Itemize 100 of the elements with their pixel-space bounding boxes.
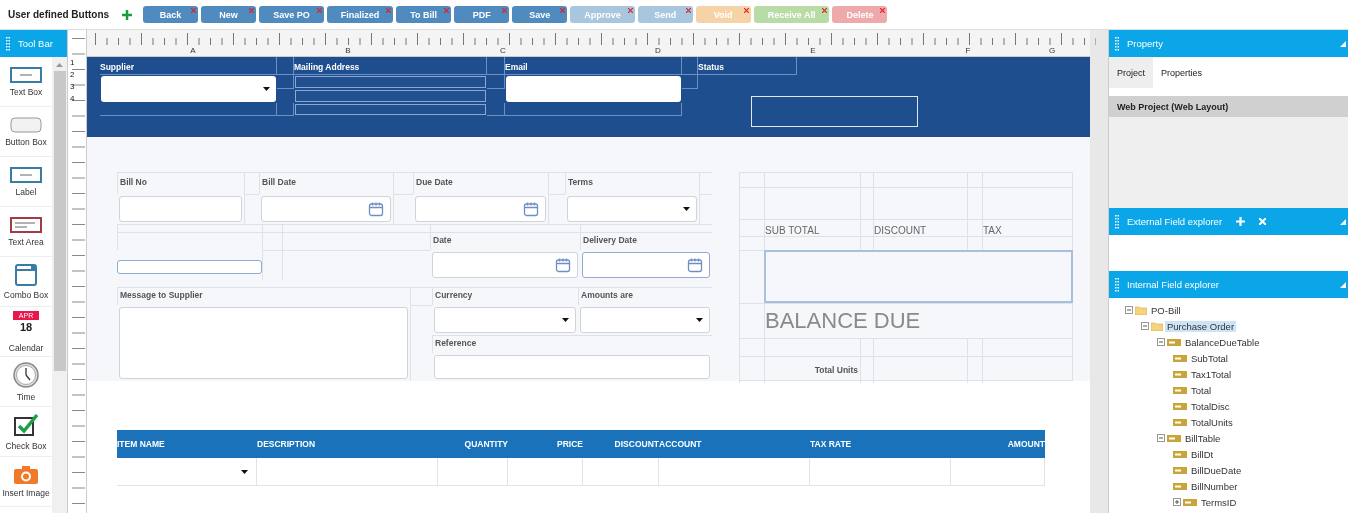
grid-cell bbox=[739, 219, 764, 236]
close-icon[interactable] bbox=[560, 8, 566, 13]
close-icon[interactable] bbox=[822, 8, 828, 13]
grid-cell bbox=[487, 57, 505, 75]
close-icon[interactable] bbox=[627, 8, 633, 13]
close-icon[interactable] bbox=[316, 8, 322, 13]
field-label: Amounts are bbox=[578, 287, 712, 305]
tree-item[interactable]: BillNumber bbox=[1189, 480, 1240, 492]
field-label: Message to Supplier bbox=[117, 287, 410, 305]
scrollbar[interactable] bbox=[52, 57, 67, 513]
action-button[interactable]: Finalized bbox=[326, 6, 394, 23]
date-field[interactable] bbox=[582, 252, 710, 278]
collapse-icon[interactable] bbox=[1125, 306, 1133, 314]
tree-item[interactable]: SubTotal bbox=[1189, 352, 1230, 364]
close-icon[interactable] bbox=[685, 8, 691, 13]
date-field[interactable] bbox=[415, 196, 546, 222]
column-label: TAX bbox=[982, 219, 1073, 236]
message-field[interactable] bbox=[119, 307, 408, 379]
field-label: Terms bbox=[565, 172, 699, 194]
scrollbar-thumb[interactable] bbox=[53, 71, 66, 371]
close-icon[interactable] bbox=[743, 8, 749, 13]
calendar-icon[interactable] bbox=[523, 201, 539, 217]
collapse-icon[interactable] bbox=[1340, 282, 1346, 288]
dropdown-field[interactable] bbox=[580, 307, 710, 333]
toolbar-item[interactable]: Combo Box bbox=[0, 257, 52, 307]
tree-item[interactable]: TermsID bbox=[1199, 496, 1239, 508]
date-field[interactable] bbox=[432, 252, 578, 278]
calendar-icon[interactable] bbox=[368, 201, 384, 217]
checkbox-icon bbox=[13, 412, 39, 437]
status-field[interactable] bbox=[751, 96, 918, 127]
action-button[interactable]: Save bbox=[512, 6, 568, 23]
toolbar-item[interactable]: Label bbox=[0, 157, 52, 207]
action-button[interactable]: Save PO bbox=[259, 6, 324, 23]
grid-cell bbox=[244, 172, 259, 194]
text-field[interactable] bbox=[119, 196, 242, 222]
tree-item[interactable]: BalanceDueTable bbox=[1183, 336, 1262, 348]
grid-cell bbox=[739, 172, 764, 187]
close-icon[interactable] bbox=[191, 8, 197, 13]
folder-icon bbox=[1151, 321, 1163, 331]
add-icon[interactable] bbox=[122, 9, 133, 20]
close-icon[interactable] bbox=[502, 8, 508, 13]
action-button[interactable]: Back bbox=[143, 6, 199, 23]
tree-item[interactable]: BillDueDate bbox=[1189, 464, 1244, 476]
action-button[interactable]: To Bill bbox=[396, 6, 452, 23]
field-label: Bill No bbox=[117, 172, 244, 194]
toolbar-item[interactable]: Time bbox=[0, 357, 52, 407]
column-letter: B bbox=[344, 46, 352, 55]
grid-cell bbox=[739, 250, 764, 303]
balance-field[interactable] bbox=[764, 250, 1073, 303]
close-icon[interactable] bbox=[444, 8, 450, 13]
text-field[interactable] bbox=[117, 260, 262, 274]
tree-item[interactable]: Purchase Order bbox=[1165, 320, 1237, 332]
collapse-icon[interactable] bbox=[1157, 434, 1165, 442]
dropdown-field[interactable] bbox=[101, 76, 276, 102]
folder-icon bbox=[1135, 305, 1147, 315]
collapse-icon[interactable] bbox=[1157, 338, 1165, 346]
toolbar-item[interactable]: Text Area bbox=[0, 207, 52, 257]
toolbar-item[interactable]: Check Box bbox=[0, 407, 52, 457]
calendar-icon[interactable] bbox=[687, 257, 703, 273]
tree-item[interactable]: PO-Bill bbox=[1149, 304, 1183, 316]
caret-icon bbox=[241, 469, 248, 474]
drag-handle-icon[interactable] bbox=[1115, 36, 1119, 51]
tab[interactable]: Project bbox=[1109, 57, 1153, 88]
close-icon[interactable] bbox=[386, 8, 392, 13]
grid-cell bbox=[277, 103, 294, 116]
collapse-icon[interactable] bbox=[1141, 322, 1149, 330]
scroll-up-icon[interactable] bbox=[56, 63, 63, 67]
dropdown-field[interactable] bbox=[434, 307, 576, 333]
tree-item[interactable]: BillTable bbox=[1183, 432, 1223, 444]
dropdown-field[interactable] bbox=[567, 196, 697, 222]
tree-item[interactable]: TotalUnits bbox=[1189, 416, 1235, 428]
calendar-icon[interactable] bbox=[555, 257, 571, 273]
date-field[interactable] bbox=[261, 196, 391, 222]
tree-item[interactable]: TotalDisc bbox=[1189, 400, 1232, 412]
tree-item[interactable]: BillDt bbox=[1189, 448, 1216, 460]
expand-icon[interactable] bbox=[1173, 498, 1181, 506]
collapse-icon[interactable] bbox=[1340, 219, 1346, 225]
action-button[interactable]: PDF bbox=[454, 6, 510, 23]
grid-cell bbox=[739, 338, 764, 356]
toolbar-item[interactable]: Button Box bbox=[0, 107, 52, 157]
tree-item[interactable]: Total bbox=[1189, 384, 1214, 396]
close-icon[interactable] bbox=[249, 8, 255, 13]
grid-cell bbox=[262, 232, 282, 250]
field-label: Date bbox=[430, 232, 580, 250]
drag-handle-icon[interactable] bbox=[6, 36, 10, 51]
field-label: Reference bbox=[432, 335, 712, 353]
collapse-icon[interactable] bbox=[1340, 41, 1346, 47]
toolbar-item[interactable]: Text Box bbox=[0, 57, 52, 107]
reference-field[interactable] bbox=[434, 355, 710, 379]
field-icon bbox=[1173, 354, 1187, 362]
email-field[interactable] bbox=[506, 76, 681, 102]
grid-cell bbox=[967, 187, 982, 219]
scrollbar-track[interactable] bbox=[1090, 30, 1108, 513]
action-button[interactable]: New bbox=[201, 6, 257, 23]
drag-handle-icon[interactable] bbox=[1115, 214, 1119, 229]
tree-item[interactable]: Tax1Total bbox=[1189, 368, 1234, 380]
grid-cell bbox=[860, 172, 873, 187]
close-icon[interactable] bbox=[880, 8, 886, 13]
drag-handle-icon[interactable] bbox=[1115, 277, 1119, 292]
column-letter: A bbox=[189, 46, 197, 55]
